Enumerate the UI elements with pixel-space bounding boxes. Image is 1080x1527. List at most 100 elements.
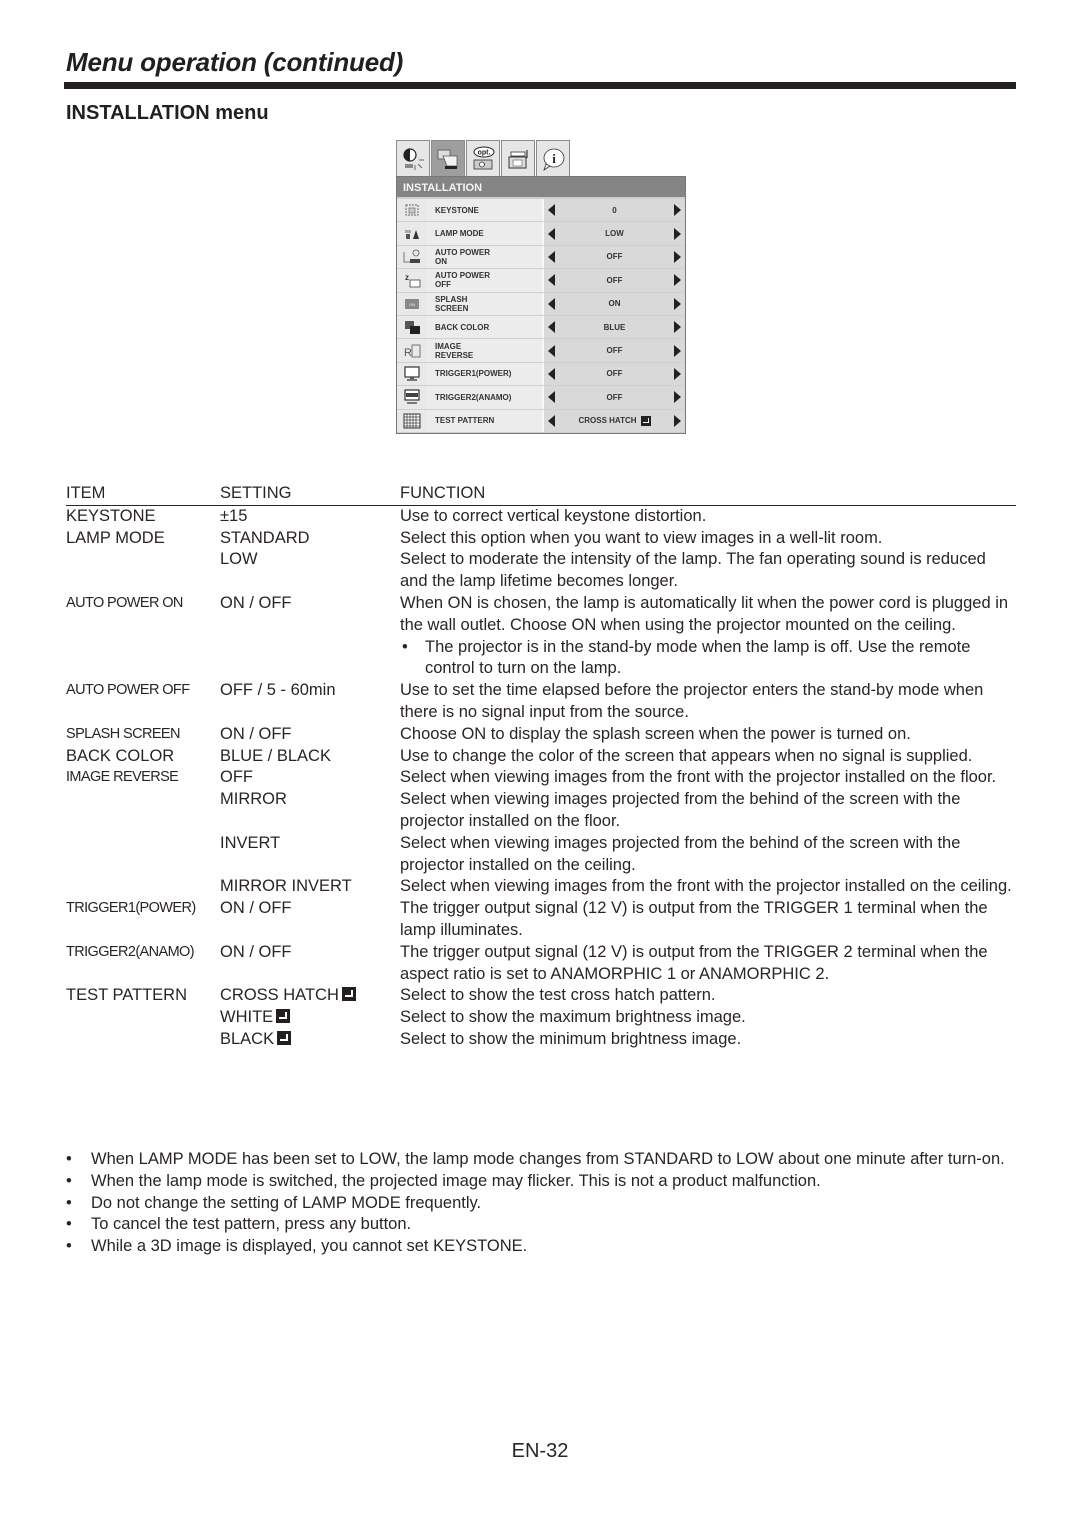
- arrow-left-icon[interactable]: [548, 250, 555, 263]
- arrow-right-icon[interactable]: [674, 227, 681, 240]
- arrow-right-icon[interactable]: [674, 204, 681, 217]
- table-row: IMAGE REVERSE OFF Select when viewing imag…: [66, 767, 1016, 789]
- row-setting-text: CROSS HATCH: [220, 986, 339, 1005]
- bullet-icon: •: [66, 1237, 72, 1256]
- trigger2-icon: [397, 386, 427, 408]
- row-function: Select when viewing images from the fron…: [400, 767, 1016, 789]
- osd-row-keystone[interactable]: KEYSTONE 0: [397, 199, 685, 223]
- osd-row-value[interactable]: OFF: [542, 269, 685, 292]
- svg-text:ON: ON: [409, 302, 415, 307]
- note-text: When the lamp mode is switched, the proj…: [91, 1171, 821, 1190]
- info-icon: i: [543, 148, 565, 171]
- arrow-left-icon[interactable]: [548, 344, 555, 357]
- keystone-icon: [397, 199, 427, 221]
- row-function: The trigger output signal (12 V) is outp…: [400, 942, 1016, 986]
- image-reverse-icon: R: [397, 339, 427, 361]
- arrow-right-icon[interactable]: [674, 391, 681, 404]
- osd-row-value[interactable]: CROSS HATCH: [542, 409, 685, 432]
- row-setting: CROSS HATCH: [220, 985, 400, 1007]
- osd-row-trigger2-anamo[interactable]: TRIGGER2(ANAMO) OFF: [397, 386, 685, 410]
- osd-value-text: LOW: [605, 229, 624, 239]
- table-row: LAMP MODE STANDARD Select this option when…: [66, 528, 1016, 550]
- row-item: AUTO POWER OFF: [66, 682, 190, 699]
- bullet-text: The projector is in the stand-by mode wh…: [425, 637, 971, 678]
- svg-text:opt.: opt.: [478, 149, 491, 156]
- osd-row-value[interactable]: BLUE: [542, 315, 685, 339]
- row-function: Select this option when you want to view…: [400, 528, 1016, 550]
- enter-icon: [276, 1009, 291, 1024]
- installation-icon: [437, 149, 458, 169]
- row-item: TRIGGER2(ANAMO): [66, 943, 195, 960]
- osd-row-value[interactable]: OFF: [542, 339, 685, 362]
- splash-screen-icon: ON: [397, 293, 427, 315]
- osd-value-text: OFF: [606, 392, 623, 402]
- row-function: Select when viewing images projected fro…: [400, 833, 1016, 877]
- table-row: BACK COLOR BLUE / BLACK Use to change the …: [66, 746, 1016, 768]
- svg-text:i: i: [552, 151, 556, 166]
- arrow-left-icon[interactable]: [548, 297, 555, 310]
- row-setting-text: OFF / 5 - 60min: [220, 681, 336, 700]
- osd-row-value[interactable]: OFF: [542, 386, 685, 409]
- osd-row-trigger1-power[interactable]: TRIGGER1(POWER) OFF: [397, 362, 685, 387]
- osd-row-splash-screen[interactable]: ON SPLASH SCREEN ON: [397, 292, 685, 316]
- arrow-right-icon[interactable]: [674, 297, 681, 310]
- auto-power-on-icon: [397, 246, 427, 268]
- row-function: The trigger output signal (12 V) is outp…: [400, 898, 1016, 942]
- row-item: [66, 549, 220, 593]
- arrow-right-icon[interactable]: [674, 321, 681, 334]
- osd-row-value[interactable]: 0: [542, 199, 685, 222]
- arrow-right-icon[interactable]: [674, 274, 681, 287]
- osd-row-back-color[interactable]: BACK COLOR BLUE: [397, 315, 685, 340]
- table-row: WHITE Select to show the maximum brightne…: [66, 1007, 1016, 1029]
- tab-signal[interactable]: [501, 140, 535, 176]
- tab-information[interactable]: i: [536, 140, 570, 176]
- settings-table: ITEM SETTING FUNCTION KEYSTONE ±15 Use to …: [66, 483, 1016, 1051]
- table-row: TEST PATTERN CROSS HATCH Select to show th…: [66, 985, 1016, 1007]
- osd-row-value[interactable]: LOW: [542, 222, 685, 245]
- osd-row-lamp-mode[interactable]: LAMP MODE LOW: [397, 222, 685, 246]
- row-setting-text: ON / OFF: [220, 942, 292, 961]
- arrow-left-icon[interactable]: [548, 274, 555, 287]
- tab-option[interactable]: opt.: [466, 140, 500, 176]
- tab-installation[interactable]: [431, 140, 465, 176]
- tab-picture[interactable]: [396, 140, 430, 176]
- osd-row-value[interactable]: ON: [542, 292, 685, 315]
- osd-row-image-reverse[interactable]: R IMAGE REVERSE OFF: [397, 339, 685, 363]
- row-function-text: Select this option when you want to view…: [400, 528, 883, 547]
- row-function: Use to set the time elapsed before the p…: [400, 680, 1016, 724]
- signal-icon: [508, 149, 528, 168]
- arrow-right-icon[interactable]: [674, 367, 681, 380]
- osd-panel: INSTALLATION KEYSTONE 0 LAMP MODE LOW AUTO P…: [396, 176, 686, 434]
- row-bullet-note: • The projector is in the stand-by mode w…: [400, 637, 1016, 681]
- arrow-left-icon[interactable]: [548, 227, 555, 240]
- header-function: FUNCTION: [400, 484, 486, 502]
- row-function-text: Choose ON to display the splash screen w…: [400, 724, 911, 743]
- arrow-left-icon[interactable]: [548, 367, 555, 380]
- osd-row-test-pattern[interactable]: TEST PATTERN CROSS HATCH: [397, 409, 685, 433]
- note-item: • While a 3D image is displayed, you cann…: [66, 1236, 1016, 1258]
- notes-list: • When LAMP MODE has been set to LOW, the…: [66, 1149, 1016, 1258]
- row-item: LAMP MODE: [66, 528, 165, 547]
- osd-row-auto-power-on[interactable]: AUTO POWER ON OFF: [397, 245, 685, 270]
- arrow-right-icon[interactable]: [674, 414, 681, 427]
- arrow-right-icon[interactable]: [674, 250, 681, 263]
- osd-row-value[interactable]: OFF: [542, 245, 685, 269]
- header-setting: SETTING: [220, 484, 292, 502]
- arrow-right-icon[interactable]: [674, 344, 681, 357]
- arrow-left-icon[interactable]: [548, 321, 555, 334]
- svg-text:R: R: [404, 347, 412, 359]
- row-function: Select to show the maximum brightness im…: [400, 1007, 1016, 1029]
- row-setting-text: WHITE: [220, 1008, 274, 1027]
- bullet-icon: •: [66, 1171, 72, 1190]
- row-item: [66, 1007, 220, 1029]
- row-setting: LOW: [220, 549, 400, 593]
- osd-row-value[interactable]: OFF: [542, 362, 685, 386]
- row-function: Use to change the color of the screen th…: [400, 746, 1016, 768]
- arrow-left-icon[interactable]: [548, 204, 555, 217]
- osd-row-auto-power-off[interactable]: z AUTO POWER OFF OFF: [397, 269, 685, 293]
- row-item: KEYSTONE: [66, 506, 156, 525]
- arrow-left-icon[interactable]: [548, 414, 555, 427]
- row-function-text: Select when viewing images from the fron…: [400, 768, 997, 787]
- table-row: SPLASH SCREEN ON / OFF Choose ON to displa…: [66, 724, 1016, 746]
- arrow-left-icon[interactable]: [548, 391, 555, 404]
